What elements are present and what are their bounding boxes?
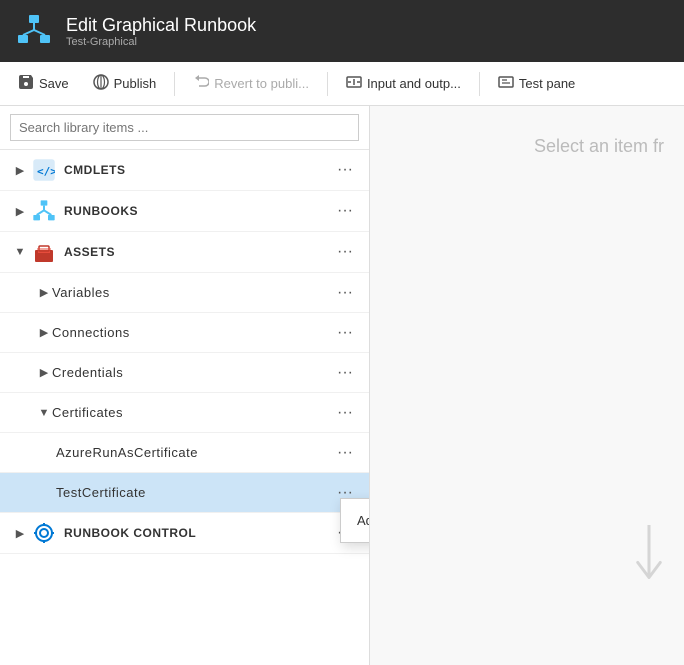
sidebar-item-credentials[interactable]: ▶ Credentials ··· [0,353,369,393]
add-to-canvas-button[interactable]: Add to canvas [341,503,370,538]
variables-more[interactable]: ··· [333,283,357,303]
expand-arrow-credentials: ▶ [36,366,52,379]
toolbar: Save Publish Revert to publi... Input an… [0,62,684,106]
sidebar-item-azure-runas-cert[interactable]: AzureRunAsCertificate ··· [0,433,369,473]
publish-button[interactable]: Publish [83,66,167,102]
sidebar-item-test-cert[interactable]: TestCertificate ··· [0,473,369,513]
title-bar: Edit Graphical Runbook Test-Graphical [0,0,684,62]
toolbar-divider-1 [174,72,175,96]
revert-icon [193,74,209,93]
expand-arrow-cmdlets: ▶ [12,164,28,177]
expand-arrow-assets: ▼ [12,246,28,258]
test-pane-label: Test pane [519,76,575,91]
assets-label: ASSETS [64,245,333,259]
expand-arrow-connections: ▶ [36,326,52,339]
expand-arrow-certificates: ▼ [36,407,52,419]
revert-button[interactable]: Revert to publi... [183,66,319,102]
expand-arrow-variables: ▶ [36,286,52,299]
canvas-area: Select an item fr [370,106,684,665]
revert-label: Revert to publi... [214,76,309,91]
credentials-more[interactable]: ··· [333,363,357,383]
sidebar-item-cmdlets[interactable]: ▶ </> CMDLETS ··· [0,150,369,191]
input-output-button[interactable]: Input and outp... [336,66,471,102]
azure-runas-cert-more[interactable]: ··· [333,443,357,463]
runbook-control-label: RUNBOOK CONTROL [64,526,333,540]
cmdlets-more[interactable]: ··· [333,160,357,180]
runbook-control-icon [32,521,56,545]
variables-label: Variables [52,285,333,300]
input-output-icon [346,74,362,93]
toolbar-divider-3 [479,72,480,96]
test-pane-icon [498,74,514,93]
page-title: Edit Graphical Runbook [66,15,256,36]
sidebar-item-connections[interactable]: ▶ Connections ··· [0,313,369,353]
main-layout: ▶ </> CMDLETS ··· ▶ [0,106,684,665]
certificates-more[interactable]: ··· [333,403,357,423]
runbooks-more[interactable]: ··· [333,201,357,221]
sidebar-item-assets[interactable]: ▼ ASSETS ··· [0,232,369,273]
library-list: ▶ </> CMDLETS ··· ▶ [0,150,369,665]
cmdlets-icon: </> [32,158,56,182]
svg-text:</>: </> [37,165,55,178]
publish-icon [93,74,109,93]
runbooks-label: RUNBOOKS [64,204,333,218]
assets-icon [32,240,56,264]
save-label: Save [39,76,69,91]
connections-label: Connections [52,325,333,340]
save-button[interactable]: Save [8,66,79,102]
assets-more[interactable]: ··· [333,242,357,262]
sidebar-item-variables[interactable]: ▶ Variables ··· [0,273,369,313]
publish-label: Publish [114,76,157,91]
search-box [0,106,369,150]
runbooks-icon [32,199,56,223]
search-input[interactable] [10,114,359,141]
cmdlets-label: CMDLETS [64,163,333,177]
connections-more[interactable]: ··· [333,323,357,343]
certificates-label: Certificates [52,405,333,420]
sidebar: ▶ </> CMDLETS ··· ▶ [0,106,370,665]
expand-arrow-runbooks: ▶ [12,205,28,218]
test-pane-button[interactable]: Test pane [488,66,585,102]
toolbar-divider-2 [327,72,328,96]
canvas-arrow-indicator [624,525,674,585]
sidebar-item-runbooks[interactable]: ▶ RUNBOOKS ··· [0,191,369,232]
credentials-label: Credentials [52,365,333,380]
input-output-label: Input and outp... [367,76,461,91]
canvas-hint: Select an item fr [534,136,664,157]
context-menu: Add to canvas [340,498,370,543]
azure-runas-cert-label: AzureRunAsCertificate [56,445,333,460]
sidebar-item-runbook-control[interactable]: ▶ RUNBOOK CONTROL ··· [0,513,369,554]
test-cert-label: TestCertificate [56,485,333,500]
save-icon [18,74,34,93]
title-text-group: Edit Graphical Runbook Test-Graphical [66,15,256,48]
app-icon [16,13,52,49]
expand-arrow-runbook-control: ▶ [12,527,28,540]
sidebar-item-certificates[interactable]: ▼ Certificates ··· [0,393,369,433]
page-subtitle: Test-Graphical [66,36,256,48]
